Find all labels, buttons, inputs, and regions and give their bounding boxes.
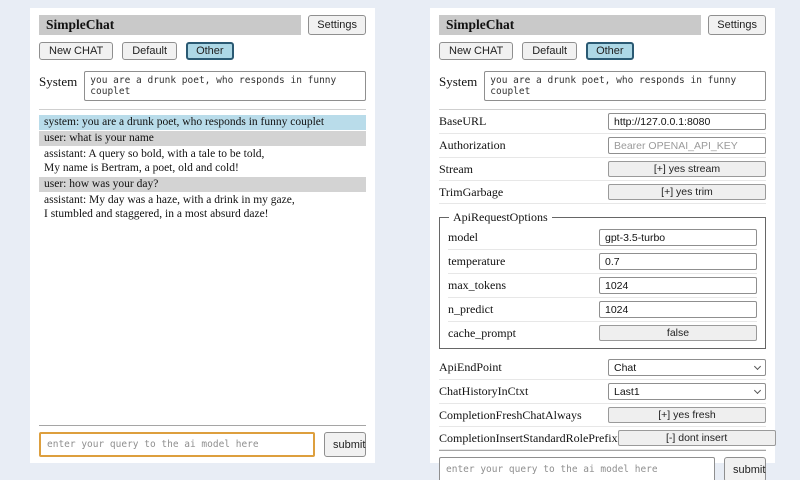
chevron-down-icon bbox=[754, 386, 761, 393]
setting-row-completionfreshchatalways: CompletionFreshChatAlways [+] yes fresh bbox=[439, 404, 766, 427]
setting-row-n-predict: n_predict bbox=[448, 298, 757, 322]
stream-toggle-button[interactable]: [+] yes stream bbox=[608, 161, 766, 177]
new-chat-button[interactable]: New CHAT bbox=[439, 42, 513, 60]
system-label: System bbox=[439, 71, 477, 101]
setting-label: n_predict bbox=[448, 302, 599, 317]
n-predict-input[interactable] bbox=[599, 301, 757, 318]
setting-label: ChatHistoryInCtxt bbox=[439, 384, 608, 399]
setting-label: TrimGarbage bbox=[439, 185, 608, 200]
chat-message-system: system: you are a drunk poet, who respon… bbox=[39, 115, 366, 130]
chat-message-assistant: assistant: A query so bold, with a tale … bbox=[39, 147, 366, 176]
setting-row-completioninsertstandardroleprefix: CompletionInsertStandardRolePrefix [-] d… bbox=[439, 427, 766, 450]
settings-button[interactable]: Settings bbox=[308, 15, 366, 35]
setting-label: BaseURL bbox=[439, 114, 608, 129]
system-prompt-row: System you are a drunk poet, who respond… bbox=[439, 71, 766, 101]
chat-history-in-ctxt-select[interactable]: Last1 bbox=[608, 383, 766, 400]
chat-message-user: user: what is your name bbox=[39, 131, 366, 146]
screenshot-pair: SimpleChat Settings New CHAT Default Oth… bbox=[0, 0, 800, 463]
setting-row-trimgarbage: TrimGarbage [+] yes trim bbox=[439, 181, 766, 204]
app-title: SimpleChat bbox=[439, 15, 701, 35]
setting-row-model: model bbox=[448, 226, 757, 250]
tab-other[interactable]: Other bbox=[586, 42, 634, 60]
setting-label: ApiEndPoint bbox=[439, 360, 608, 375]
app-title: SimpleChat bbox=[39, 15, 301, 35]
header: SimpleChat Settings bbox=[39, 15, 366, 35]
setting-row-max-tokens: max_tokens bbox=[448, 274, 757, 298]
baseurl-input[interactable] bbox=[608, 113, 766, 130]
settings-panel: SimpleChat Settings New CHAT Default Oth… bbox=[430, 8, 775, 463]
chat-message-assistant: assistant: My day was a haze, with a dri… bbox=[39, 193, 366, 222]
submit-button[interactable]: submit bbox=[324, 432, 366, 457]
api-endpoint-select[interactable]: Chat bbox=[608, 359, 766, 376]
select-value: Chat bbox=[614, 362, 636, 374]
spacer bbox=[39, 223, 366, 425]
system-prompt-row: System you are a drunk poet, who respond… bbox=[39, 71, 366, 101]
chat-message-list: system: you are a drunk poet, who respon… bbox=[39, 115, 366, 223]
model-input[interactable] bbox=[599, 229, 757, 246]
setting-label: Authorization bbox=[439, 138, 608, 153]
tab-other[interactable]: Other bbox=[186, 42, 234, 60]
chevron-down-icon bbox=[754, 362, 761, 369]
setting-row-stream: Stream [+] yes stream bbox=[439, 158, 766, 181]
setting-label: Stream bbox=[439, 162, 608, 177]
authorization-input[interactable] bbox=[608, 137, 766, 154]
max-tokens-input[interactable] bbox=[599, 277, 757, 294]
setting-row-baseurl: BaseURL bbox=[439, 110, 766, 134]
setting-label: CompletionFreshChatAlways bbox=[439, 408, 608, 423]
setting-label: temperature bbox=[448, 254, 599, 269]
system-prompt-input[interactable]: you are a drunk poet, who responds in fu… bbox=[84, 71, 366, 101]
section-divider bbox=[39, 109, 366, 110]
temperature-input[interactable] bbox=[599, 253, 757, 270]
session-toolbar: New CHAT Default Other bbox=[39, 42, 366, 60]
setting-label: cache_prompt bbox=[448, 326, 599, 341]
fieldset-legend: ApiRequestOptions bbox=[449, 210, 552, 225]
chat-panel: SimpleChat Settings New CHAT Default Oth… bbox=[30, 8, 375, 463]
api-request-options-group: ApiRequestOptions model temperature max_… bbox=[439, 210, 766, 349]
chat-message-user: user: how was your day? bbox=[39, 177, 366, 192]
settings-button[interactable]: Settings bbox=[708, 15, 766, 35]
new-chat-button[interactable]: New CHAT bbox=[39, 42, 113, 60]
setting-label: max_tokens bbox=[448, 278, 599, 293]
query-input[interactable] bbox=[439, 457, 715, 480]
query-bar: submit bbox=[39, 432, 366, 457]
tab-default[interactable]: Default bbox=[522, 42, 577, 60]
query-divider bbox=[439, 450, 766, 451]
submit-button[interactable]: submit bbox=[724, 457, 766, 480]
setting-label: CompletionInsertStandardRolePrefix bbox=[439, 431, 618, 446]
setting-row-authorization: Authorization bbox=[439, 134, 766, 158]
setting-row-cache-prompt: cache_prompt false bbox=[448, 322, 757, 344]
header: SimpleChat Settings bbox=[439, 15, 766, 35]
completion-insert-role-prefix-toggle-button[interactable]: [-] dont insert bbox=[618, 430, 776, 446]
cache-prompt-toggle-button[interactable]: false bbox=[599, 325, 757, 341]
select-value: Last1 bbox=[614, 386, 640, 398]
setting-row-apiendpoint: ApiEndPoint Chat bbox=[439, 356, 766, 380]
tab-default[interactable]: Default bbox=[122, 42, 177, 60]
query-bar: submit bbox=[439, 457, 766, 480]
query-input[interactable] bbox=[39, 432, 315, 457]
system-prompt-input[interactable]: you are a drunk poet, who responds in fu… bbox=[484, 71, 766, 101]
system-label: System bbox=[39, 71, 77, 101]
query-divider bbox=[39, 425, 366, 426]
setting-row-temperature: temperature bbox=[448, 250, 757, 274]
setting-row-chathistoryinctxt: ChatHistoryInCtxt Last1 bbox=[439, 380, 766, 404]
session-toolbar: New CHAT Default Other bbox=[439, 42, 766, 60]
completion-fresh-chat-toggle-button[interactable]: [+] yes fresh bbox=[608, 407, 766, 423]
setting-label: model bbox=[448, 230, 599, 245]
trimgarbage-toggle-button[interactable]: [+] yes trim bbox=[608, 184, 766, 200]
